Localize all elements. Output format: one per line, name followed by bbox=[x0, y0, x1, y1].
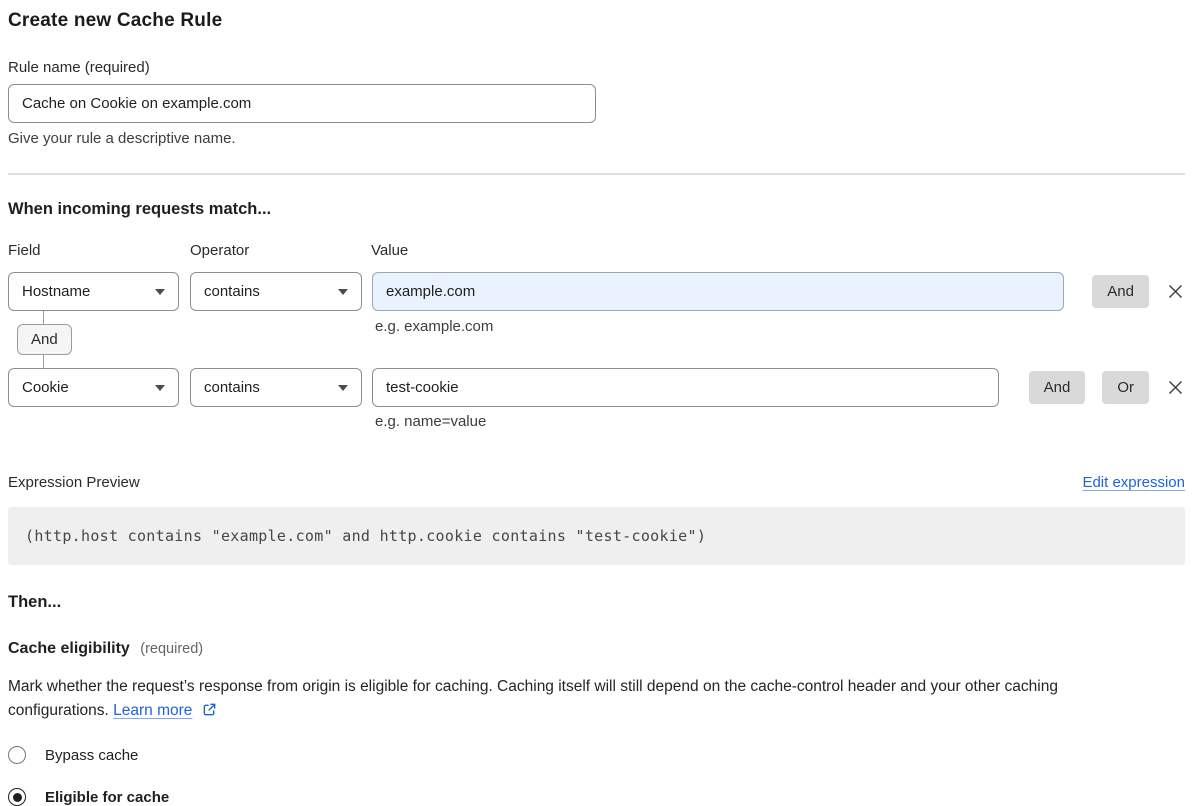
value-input-1[interactable] bbox=[372, 272, 1064, 311]
row-2-actions: And Or bbox=[1029, 371, 1185, 404]
radio-unselected-icon[interactable] bbox=[8, 746, 26, 764]
required-note: (required) bbox=[140, 641, 203, 657]
expression-preview-box: (http.host contains "example.com" and ht… bbox=[8, 507, 1185, 565]
cache-eligibility-description: Mark whether the request’s response from… bbox=[8, 675, 1163, 723]
radio-option-bypass-cache[interactable]: Bypass cache bbox=[8, 746, 1177, 764]
radio-label: Eligible for cache bbox=[45, 789, 169, 806]
create-cache-rule-form: Create new Cache Rule Rule name (require… bbox=[0, 0, 1192, 806]
chevron-down-icon bbox=[155, 289, 165, 295]
remove-condition-button[interactable] bbox=[1166, 378, 1185, 397]
chevron-down-icon bbox=[338, 385, 348, 391]
condition-row-2: Cookie contains And Or bbox=[8, 368, 1185, 407]
row-1-actions: And bbox=[1092, 275, 1185, 308]
condition-row-1: Hostname contains And bbox=[8, 272, 1185, 311]
cache-eligibility-heading: Cache eligibility (required) bbox=[8, 640, 1177, 658]
value-hint-1: e.g. example.com bbox=[375, 318, 493, 335]
value-input-2[interactable] bbox=[372, 368, 999, 407]
operator-select-1[interactable]: contains bbox=[190, 272, 362, 311]
rule-name-input[interactable] bbox=[8, 84, 596, 123]
section-divider bbox=[8, 173, 1185, 175]
match-heading: When incoming requests match... bbox=[8, 200, 1177, 219]
operator-column-label: Operator bbox=[190, 242, 371, 259]
close-icon bbox=[1166, 378, 1185, 397]
operator-select-2-value: contains bbox=[204, 379, 260, 396]
field-select-1-value: Hostname bbox=[22, 283, 90, 300]
radio-selected-icon[interactable] bbox=[8, 788, 26, 806]
value-hint-2: e.g. name=value bbox=[375, 413, 1177, 430]
chevron-down-icon bbox=[155, 385, 165, 391]
close-icon bbox=[1166, 282, 1185, 301]
value-column-label: Value bbox=[371, 242, 408, 259]
operator-select-1-value: contains bbox=[204, 283, 260, 300]
add-or-condition-button[interactable]: Or bbox=[1102, 371, 1149, 404]
radio-option-eligible-for-cache[interactable]: Eligible for cache bbox=[8, 788, 1177, 806]
and-connector-button[interactable]: And bbox=[17, 324, 72, 355]
add-and-condition-button[interactable]: And bbox=[1092, 275, 1149, 308]
operator-select-2[interactable]: contains bbox=[190, 368, 362, 407]
then-heading: Then... bbox=[8, 593, 1177, 612]
external-link-icon bbox=[202, 702, 217, 717]
field-select-1[interactable]: Hostname bbox=[8, 272, 179, 311]
learn-more-link[interactable]: Learn more bbox=[113, 702, 192, 719]
expression-preview-label: Expression Preview bbox=[8, 474, 140, 491]
page-title: Create new Cache Rule bbox=[8, 10, 1177, 32]
row-connector-area: And e.g. example.com bbox=[8, 311, 1185, 368]
rule-name-label: Rule name (required) bbox=[8, 59, 1177, 76]
expression-header: Expression Preview Edit expression bbox=[8, 474, 1185, 491]
rule-name-helper: Give your rule a descriptive name. bbox=[8, 130, 1177, 147]
field-select-2[interactable]: Cookie bbox=[8, 368, 179, 407]
edit-expression-link[interactable]: Edit expression bbox=[1082, 474, 1185, 491]
field-column-label: Field bbox=[8, 242, 190, 259]
chevron-down-icon bbox=[338, 289, 348, 295]
field-select-2-value: Cookie bbox=[22, 379, 69, 396]
cache-eligibility-title: Cache eligibility bbox=[8, 640, 130, 657]
remove-condition-button[interactable] bbox=[1166, 282, 1185, 301]
builder-column-labels: Field Operator Value bbox=[8, 242, 1185, 259]
add-and-condition-button[interactable]: And bbox=[1029, 371, 1086, 404]
radio-label: Bypass cache bbox=[45, 747, 138, 764]
